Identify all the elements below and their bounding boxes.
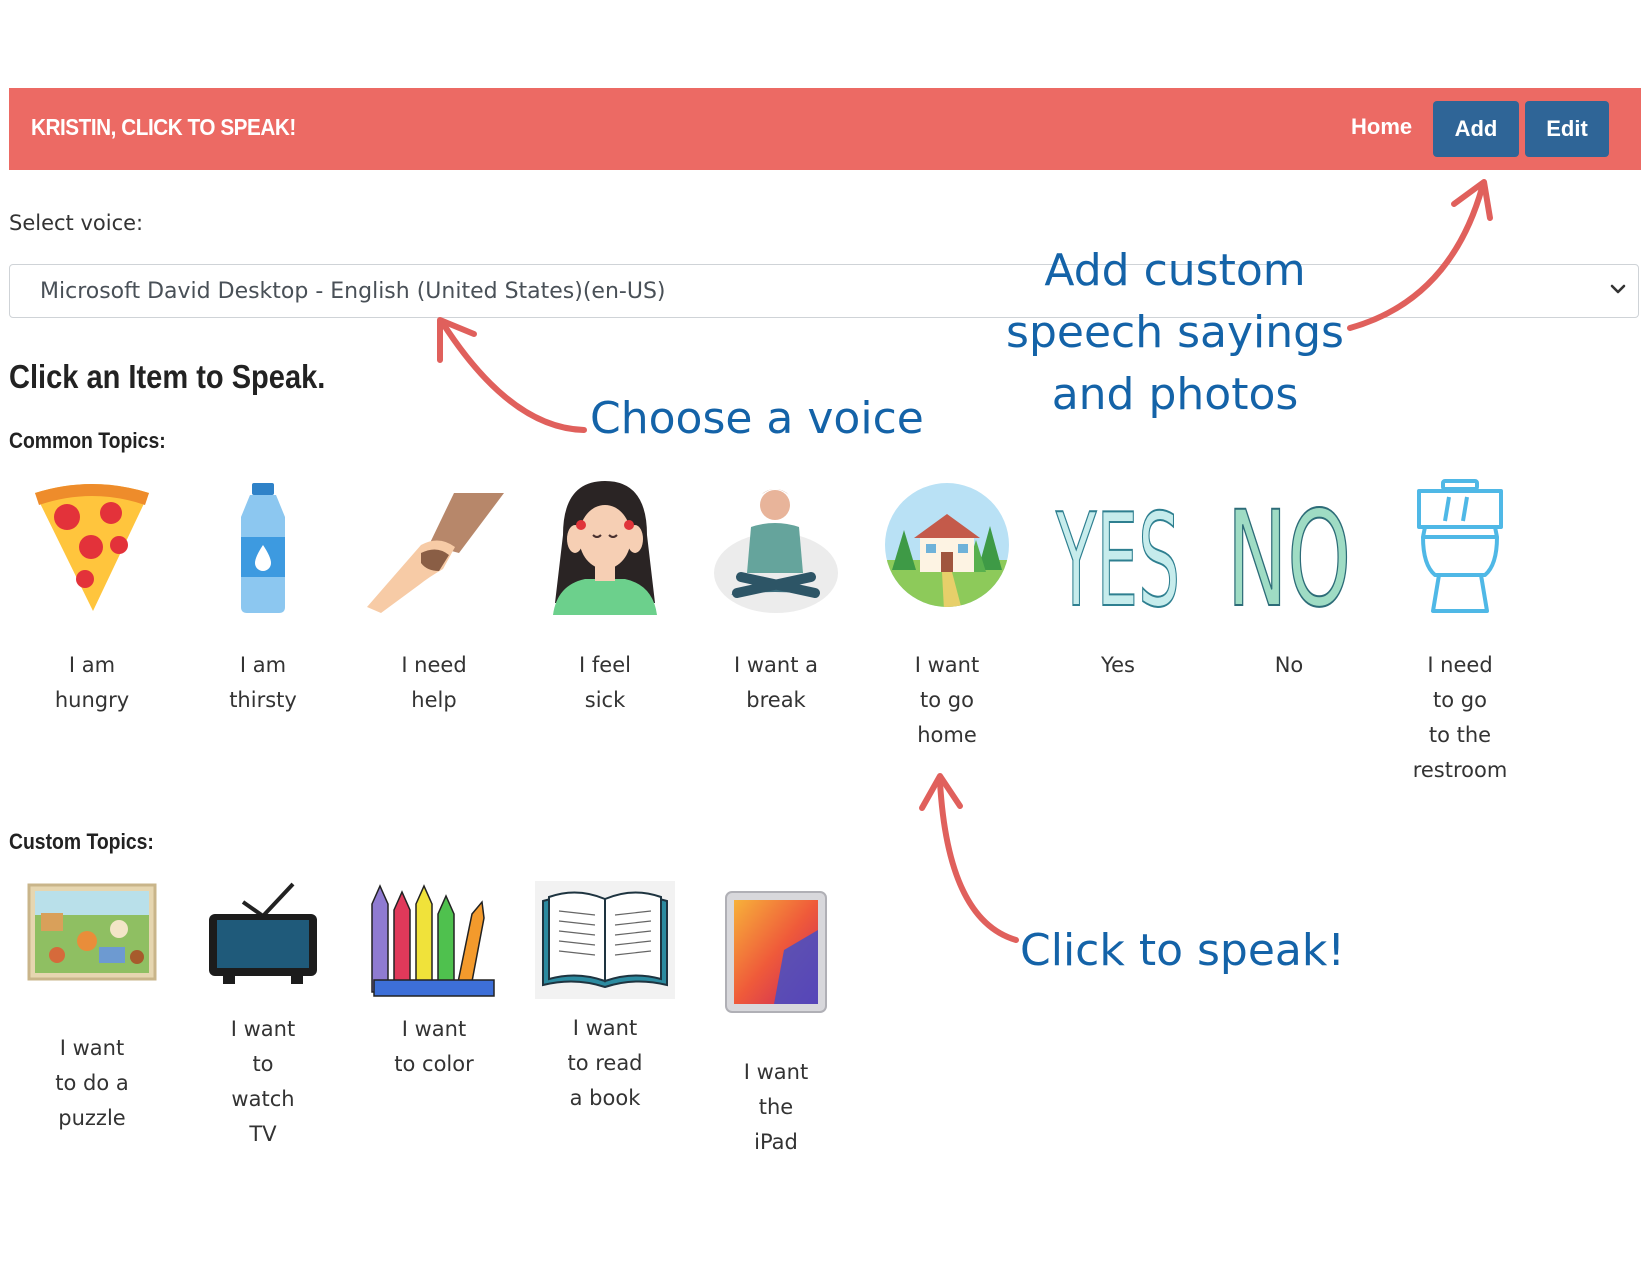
common-topics-label: Common Topics: <box>9 428 166 453</box>
add-button[interactable]: Add <box>1433 101 1519 157</box>
annotation-add-custom: Add custom speech sayings and photos <box>990 240 1360 426</box>
top-navbar: KRISTIN, CLICK TO SPEAK! Home Add Edit <box>9 88 1641 170</box>
topic-caption: I want to do a puzzle <box>55 1036 129 1130</box>
svg-text:YES: YES <box>1055 487 1180 615</box>
app-brand[interactable]: KRISTIN, CLICK TO SPEAK! <box>31 114 296 141</box>
sick-person-icon <box>553 481 657 615</box>
topic-caption: I want a break <box>734 653 818 712</box>
yes-icon: YES <box>1054 486 1181 615</box>
topic-caption: I feel sick <box>579 653 631 712</box>
crayons-icon <box>371 883 495 997</box>
voice-selected-value: Microsoft David Desktop - English (Unite… <box>40 279 666 304</box>
topic-caption: I need help <box>401 653 467 712</box>
meditating-person-icon <box>714 489 838 613</box>
tv-icon <box>209 882 317 984</box>
page-title: Click an Item to Speak. <box>9 358 326 395</box>
svg-text:NO: NO <box>1227 483 1351 615</box>
topic-caption: Yes <box>1101 653 1135 677</box>
voice-label: Select voice: <box>9 211 144 235</box>
annotation-line: and photos <box>1051 369 1299 420</box>
annotation-line: speech sayings <box>1006 307 1344 358</box>
topic-caption: I want to color <box>394 1017 474 1076</box>
topic-caption: I want the iPad <box>743 1060 809 1154</box>
book-icon <box>535 880 675 999</box>
water-bottle-icon <box>241 483 285 613</box>
annotation-choose-voice: Choose a voice <box>590 393 924 444</box>
annotation-click-to-speak: Click to speak! <box>1020 925 1345 976</box>
house-icon <box>885 483 1009 607</box>
home-link[interactable]: Home <box>1351 114 1412 140</box>
no-icon: NO <box>1226 482 1352 615</box>
topic-caption: I want to read a book <box>567 1016 643 1110</box>
chevron-down-icon <box>1610 284 1626 294</box>
topic-caption: I need to go to the restroom <box>1412 653 1508 782</box>
pizza-icon <box>35 484 149 611</box>
topic-caption: I want to watch TV <box>230 1017 296 1146</box>
topic-caption: I want to go home <box>914 653 980 747</box>
annotation-line: Add custom <box>1044 245 1306 296</box>
voice-select[interactable]: Microsoft David Desktop - English (Unite… <box>9 264 1639 318</box>
topic-caption: I am thirsty <box>229 653 297 712</box>
toilet-icon <box>1417 479 1503 613</box>
ipad-icon <box>725 891 827 1013</box>
topic-caption: I am hungry <box>54 653 130 712</box>
edit-button[interactable]: Edit <box>1525 101 1609 157</box>
custom-topics-label: Custom Topics: <box>9 829 154 854</box>
puzzle-icon <box>27 883 157 981</box>
topic-caption: No <box>1274 653 1304 677</box>
helping-hand-icon <box>367 493 504 613</box>
